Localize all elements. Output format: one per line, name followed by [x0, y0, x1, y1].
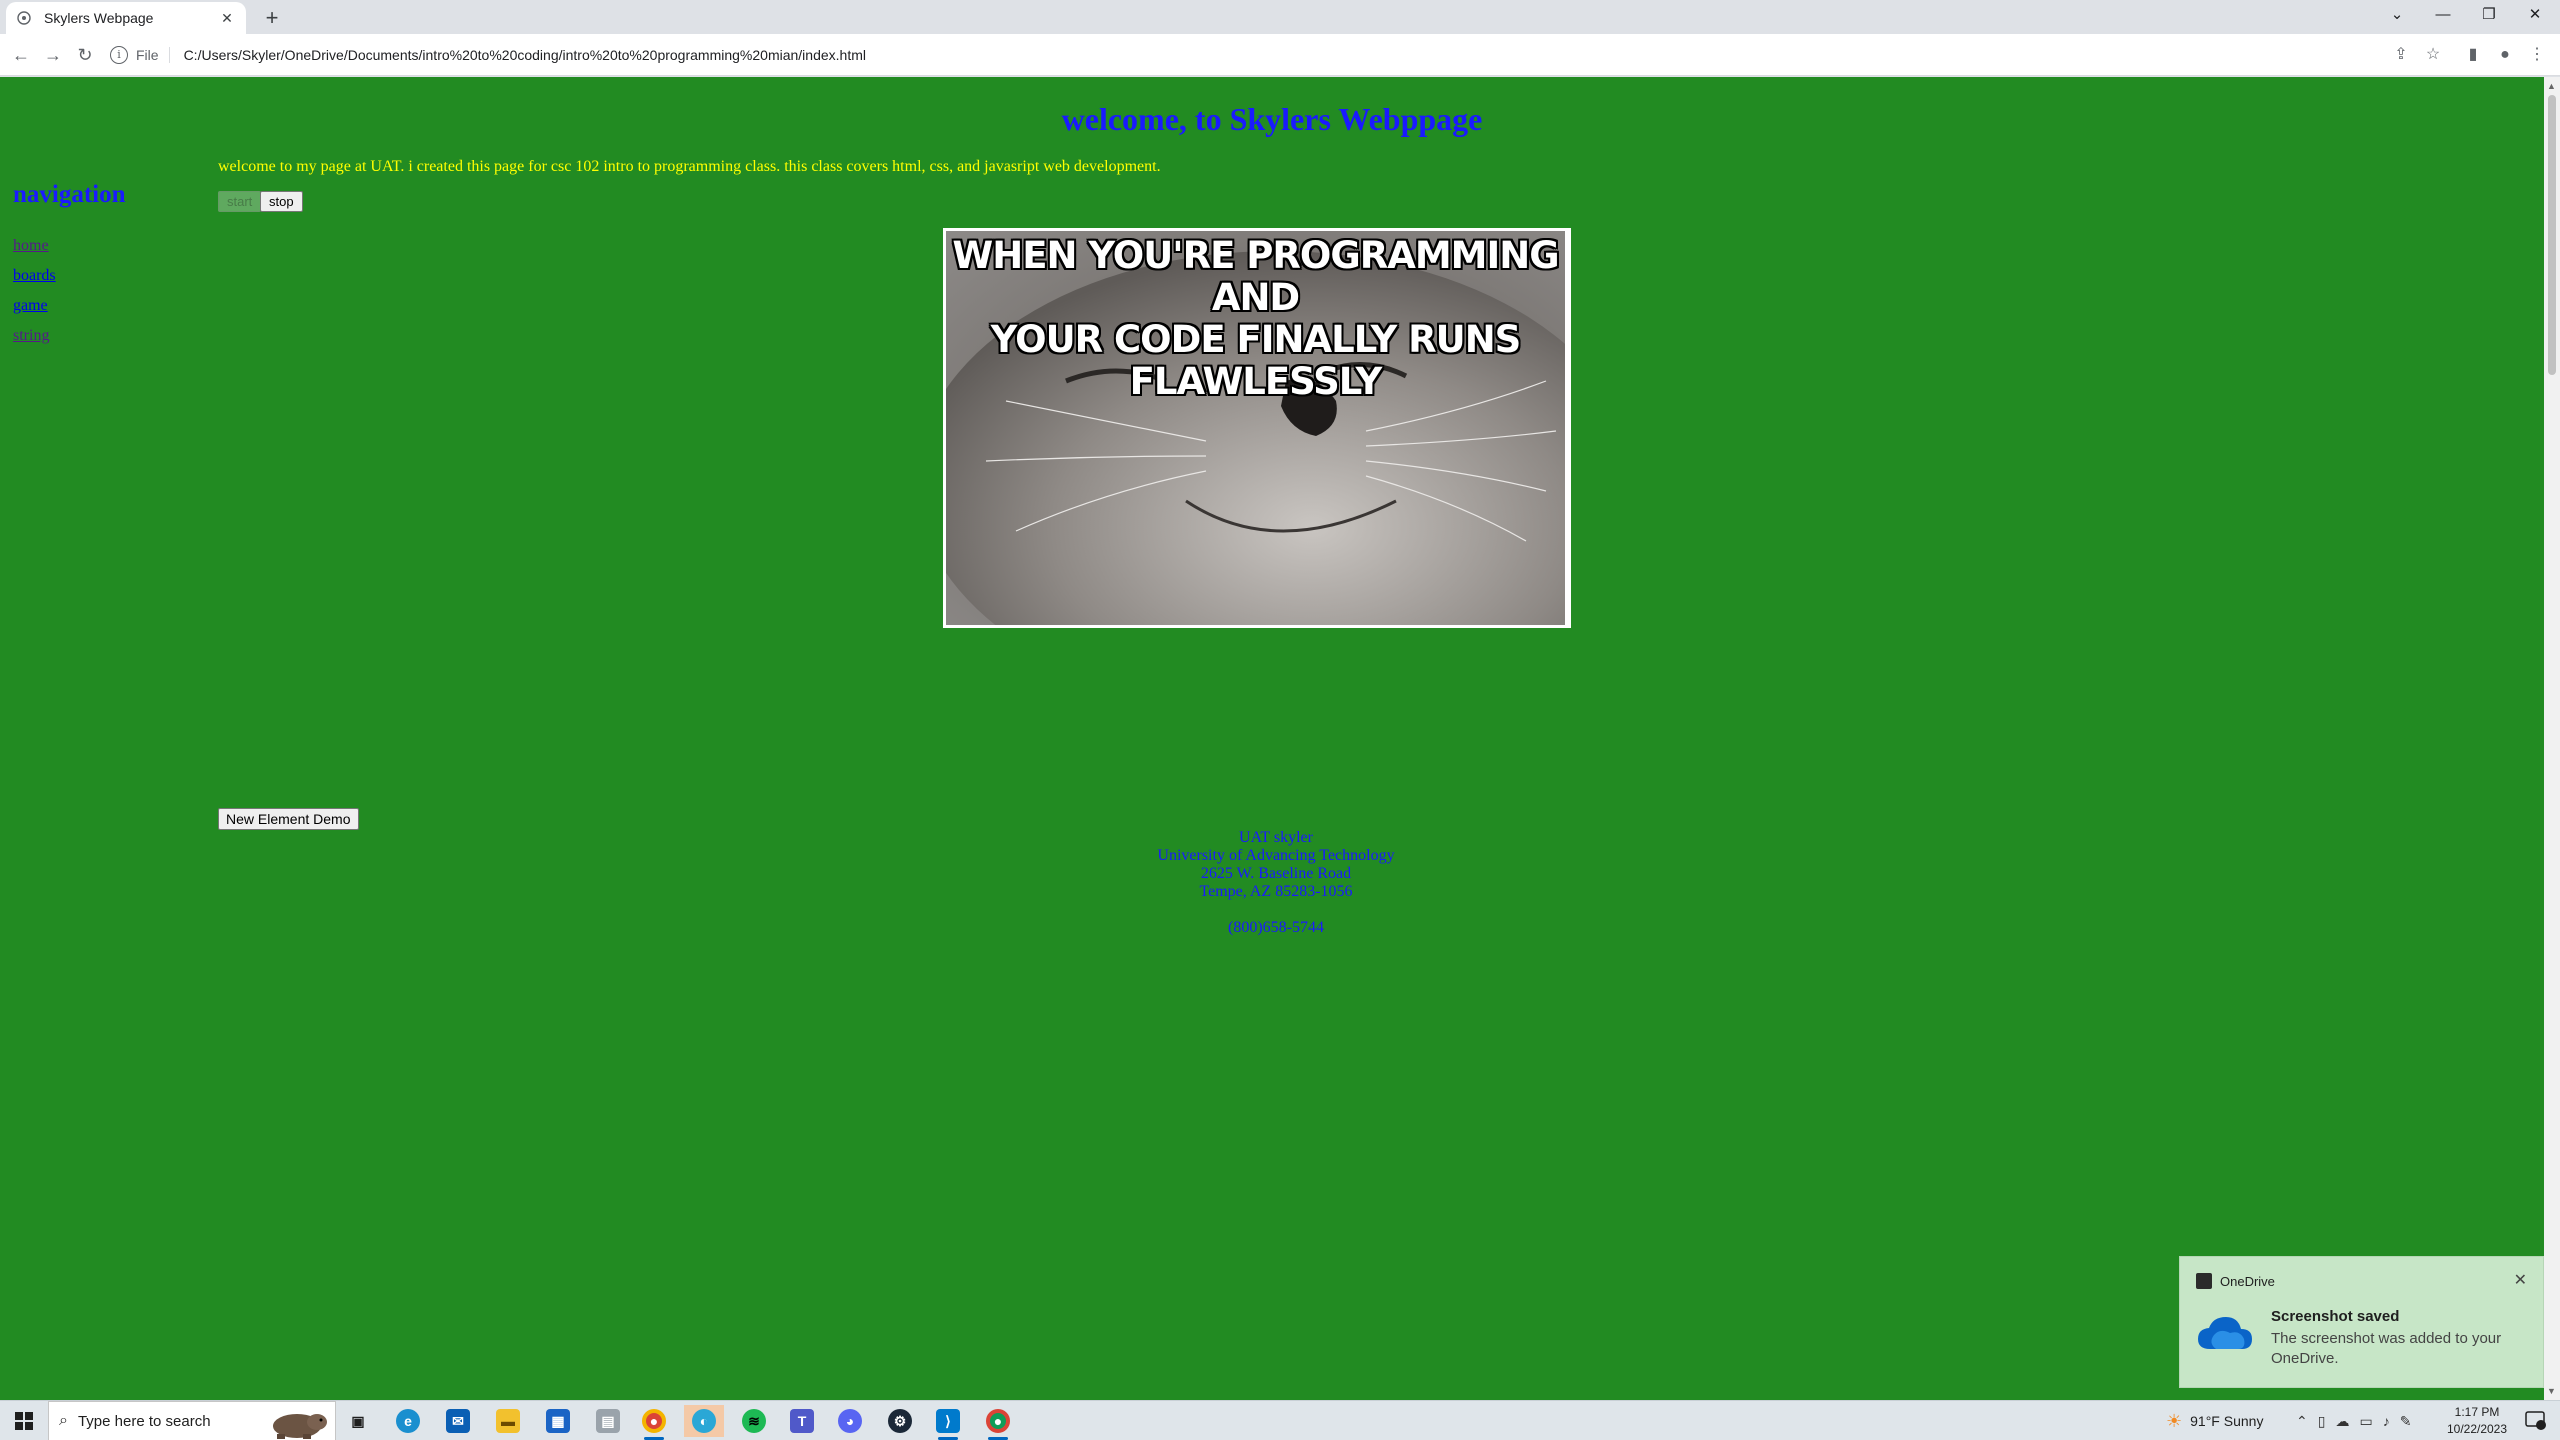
address-bar[interactable]: i File C:/Users/Skyler/OneDrive/Document… [110, 40, 2370, 70]
toast-headline: Screenshot saved [2271, 1308, 2400, 1325]
footer-city: Tempe, AZ 85283-1056 [1199, 883, 1353, 900]
start-button[interactable]: start [218, 191, 262, 212]
app-launcher-icon[interactable]: ▤ [588, 1405, 628, 1437]
system-tray: ⌃ ▯ ☁ ▭ ♪ ✎ [2296, 1401, 2411, 1440]
seal-photo: WHEN YOU'RE PROGRAMMING AND YOUR CODE FI… [946, 231, 1565, 625]
forward-icon[interactable]: → [40, 42, 66, 68]
restore-icon[interactable]: ❐ [2466, 0, 2512, 30]
nav-link-string[interactable]: string [13, 327, 56, 345]
onedrive-app-icon [2196, 1273, 2212, 1289]
volume-icon[interactable]: ♪ [2383, 1413, 2390, 1429]
stop-button[interactable]: stop [260, 191, 303, 212]
onedrive-tray-icon[interactable]: ☁ [2335, 1413, 2349, 1430]
footer-phone: (800)658-5744 [1228, 919, 1324, 936]
globe-icon [16, 10, 32, 26]
minimize-icon[interactable]: — [2420, 0, 2466, 30]
toast-close-icon[interactable]: ✕ [2514, 1270, 2527, 1290]
tab-strip: Skylers Webpage ✕ + ⌄ — ❐ ✕ [0, 0, 2560, 34]
browser-toolbar: ← → ↻ i File C:/Users/Skyler/OneDrive/Do… [0, 34, 2560, 76]
browser-tab[interactable]: Skylers Webpage ✕ [6, 2, 246, 34]
weather-widget[interactable]: ☀ 91°F Sunny [2166, 1401, 2263, 1440]
arc-browser-icon[interactable]: ◐ [684, 1405, 724, 1437]
profile-icon[interactable]: ● [2494, 44, 2516, 66]
footer-school: University of Advancing Technology [1157, 847, 1395, 864]
toast-app-name: OneDrive [2220, 1274, 2275, 1289]
meme-caption-line-2: YOUR CODE FINALLY RUNS FLAWLESSLY [990, 318, 1522, 403]
steam-icon[interactable]: ⚙ [880, 1405, 920, 1437]
window-close-icon[interactable]: ✕ [2512, 0, 2558, 30]
scroll-down-icon[interactable]: ▼ [2547, 1386, 2556, 1396]
network-icon[interactable]: ▭ [2359, 1413, 2372, 1430]
site-info-icon[interactable]: i [110, 46, 128, 64]
chrome-icon[interactable]: ● [634, 1405, 674, 1440]
scheme-label: File [136, 47, 170, 63]
page-scrollbar[interactable]: ▲ ▼ [2544, 77, 2560, 1400]
page-heading: welcome, to Skylers Webppage [1061, 101, 1483, 137]
spotify-icon[interactable]: ≋ [734, 1405, 774, 1437]
teams-icon[interactable]: T [782, 1405, 822, 1437]
windows-start-icon[interactable] [0, 1401, 48, 1440]
tab-title: Skylers Webpage [44, 10, 154, 26]
reload-icon[interactable]: ↻ [72, 42, 98, 68]
mail-icon[interactable]: ✉ [438, 1405, 478, 1437]
edge-icon[interactable]: e [388, 1405, 428, 1437]
clock-date: 10/22/2023 [2446, 1422, 2508, 1436]
tab-search-icon[interactable]: ⌄ [2374, 0, 2420, 30]
scrollbar-thumb[interactable] [2548, 95, 2556, 375]
nav-link-boards[interactable]: boards [13, 267, 56, 285]
meme-caption-line-1: WHEN YOU'RE PROGRAMMING AND [952, 234, 1559, 319]
pen-icon[interactable]: ✎ [2400, 1413, 2412, 1430]
chevron-up-icon[interactable]: ⌃ [2296, 1413, 2308, 1430]
chrome-window-icon[interactable]: ● [978, 1405, 1018, 1440]
taskbar-clock[interactable]: 1:17 PM 10/22/2023 [2432, 1404, 2522, 1438]
search-highlight-wombat-icon [273, 1414, 327, 1439]
navigation-title: navigation [13, 181, 126, 208]
back-icon[interactable]: ← [8, 42, 34, 68]
toast-body: The screenshot was added to your OneDriv… [2271, 1330, 2502, 1367]
weather-sun-icon: ☀ [2166, 1410, 2183, 1431]
page-viewport: welcome, to Skylers Webppage welcome to … [0, 77, 2560, 1400]
share-icon[interactable]: ⇪ [2390, 44, 2412, 66]
vscode-icon[interactable]: ⟩ [928, 1405, 968, 1440]
nav-link-home[interactable]: home [13, 237, 56, 255]
navigation-links: home boards game string [13, 237, 56, 357]
meme-image: WHEN YOU'RE PROGRAMMING AND YOUR CODE FI… [943, 228, 1571, 628]
tab-close-icon[interactable]: ✕ [218, 10, 236, 27]
task-view-icon[interactable]: ▣ [338, 1405, 378, 1437]
side-panel-icon[interactable]: ▮ [2462, 44, 2484, 66]
clock-time: 1:17 PM [2454, 1405, 2500, 1419]
bookmark-star-icon[interactable]: ☆ [2422, 44, 2444, 66]
taskbar-search-box[interactable]: ⌕ Type here to search [48, 1401, 336, 1440]
nav-link-game[interactable]: game [13, 297, 56, 315]
footer-spacer [0, 901, 2552, 919]
meme-caption: WHEN YOU'RE PROGRAMMING AND YOUR CODE FI… [946, 235, 1565, 403]
scroll-up-icon[interactable]: ▲ [2547, 81, 2556, 91]
windows-taskbar: ⌕ Type here to search ▣ e ✉ ▬ ▦ ▤ ● ◐ ≋ … [0, 1400, 2560, 1440]
new-element-demo-button[interactable]: New Element Demo [218, 808, 359, 830]
weather-text: 91°F Sunny [2190, 1413, 2264, 1429]
intro-text: welcome to my page at UAT. i created thi… [218, 158, 1161, 175]
discord-icon[interactable]: ◕ [830, 1405, 870, 1437]
file-explorer-icon[interactable]: ▬ [488, 1405, 528, 1437]
onedrive-cloud-icon [2198, 1317, 2252, 1349]
notification-center-icon[interactable] [2524, 1409, 2546, 1431]
menu-icon[interactable]: ⋮ [2526, 44, 2548, 66]
footer-street: 2625 W. Baseline Road [1200, 865, 1352, 882]
footer-name: UAT skyler [1239, 829, 1313, 846]
new-tab-button[interactable]: + [258, 4, 286, 32]
search-placeholder: Type here to search [77, 1412, 211, 1430]
footer-address: UAT skyler University of Advancing Techn… [0, 829, 2552, 937]
device-icon[interactable]: ▯ [2318, 1413, 2326, 1430]
store-icon[interactable]: ▦ [538, 1405, 578, 1437]
url-text[interactable]: C:/Users/Skyler/OneDrive/Documents/intro… [184, 47, 866, 63]
search-icon: ⌕ [59, 1412, 68, 1429]
onedrive-notification[interactable]: OneDrive ✕ Screenshot saved The screensh… [2179, 1256, 2544, 1388]
